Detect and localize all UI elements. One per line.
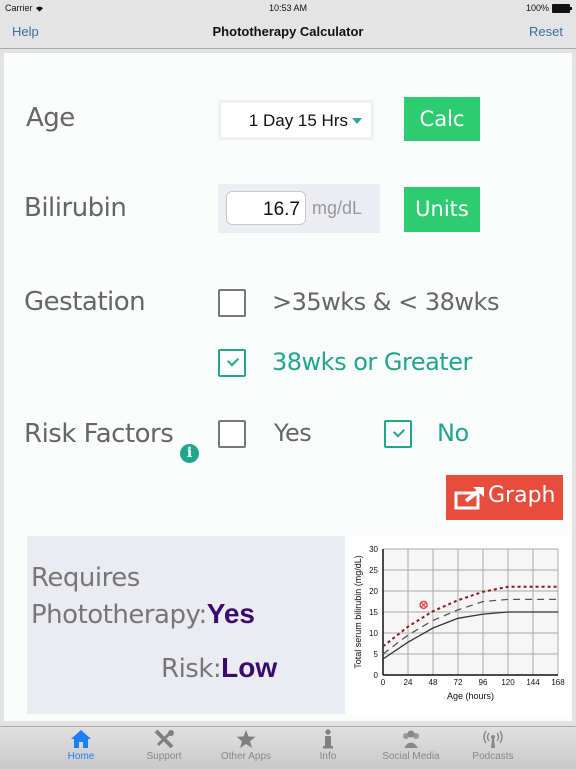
tab-podcasts[interactable]: Podcasts — [453, 729, 533, 762]
age-picker[interactable]: 1 Day 15 Hrs — [218, 100, 374, 140]
tab-social-media[interactable]: Social Media — [371, 729, 451, 762]
tab-info-label: Info — [319, 751, 337, 762]
status-time: 10:53 AM — [268, 3, 308, 13]
age-value: 1 Day 15 Hrs — [248, 111, 348, 130]
x-tick-label: 72 — [454, 678, 463, 687]
bilirubin-label: Bilirubin — [24, 193, 127, 223]
x-tick-label: 120 — [501, 678, 515, 687]
gestation-38-plus-checkbox[interactable] — [218, 349, 246, 377]
result-panel: Requires Phototherapy:Yes Risk:Low — [27, 536, 345, 714]
tab-podcasts-label: Podcasts — [472, 751, 514, 762]
reset-button[interactable]: Reset — [529, 24, 563, 39]
risk-yes-checkbox[interactable] — [218, 420, 246, 448]
gestation-35-38-checkbox[interactable] — [218, 289, 246, 317]
tab-social-media-label: Social Media — [382, 751, 440, 762]
bilirubin-chart[interactable]: 0 24 48 72 96 120 144 168 0 5 10 15 20 25 30 Age (hours… — [348, 535, 570, 715]
gestation-35-38-label[interactable]: >35wks & < 38wks — [272, 288, 499, 316]
y-tick-label: 10 — [369, 629, 378, 638]
page-title: Phototherapy Calculator — [212, 24, 364, 39]
y-tick-label: 20 — [369, 587, 378, 596]
y-tick-label: 25 — [369, 566, 378, 575]
risk-factors-label: Risk Factors — [24, 419, 174, 449]
x-tick-label: 0 — [381, 678, 386, 687]
tab-support-label: Support — [146, 751, 182, 762]
external-link-icon — [454, 487, 484, 510]
info-tab-icon — [323, 729, 333, 749]
x-tick-label: 24 — [404, 678, 413, 687]
dropdown-caret-icon — [352, 118, 362, 124]
battery-indicator: 100% — [525, 3, 572, 13]
risk-no-checkbox[interactable] — [384, 420, 412, 448]
risk-row: Risk:Low — [161, 652, 277, 684]
x-tick-label: 96 — [479, 678, 488, 687]
bilirubin-input[interactable]: 16.7 — [226, 191, 306, 225]
people-icon — [403, 730, 419, 748]
x-tick-label: 144 — [526, 678, 540, 687]
phototherapy-row: Phototherapy:Yes — [31, 598, 255, 630]
tab-support[interactable]: Support — [124, 729, 204, 762]
home-icon — [71, 730, 91, 748]
tab-other-apps[interactable]: Other Apps — [206, 729, 286, 762]
gestation-38-plus-label[interactable]: 38wks or Greater — [272, 348, 472, 376]
graph-button[interactable]: Graph — [446, 475, 563, 520]
chart-svg: 0 24 48 72 96 120 144 168 0 5 10 15 20 25 30 Age (hours… — [353, 545, 565, 701]
risk-no-label[interactable]: No — [437, 419, 469, 447]
tab-home[interactable]: Home — [41, 729, 121, 762]
gestation-label: Gestation — [24, 287, 146, 317]
tools-icon — [154, 729, 174, 749]
battery-percent: 100% — [525, 3, 549, 13]
phototherapy-value: Yes — [206, 598, 255, 629]
info-icon[interactable]: i — [180, 444, 199, 463]
navigation-bar: Help Phototherapy Calculator Reset — [0, 16, 576, 49]
graph-button-label: Graph — [488, 483, 556, 508]
x-tick-label: 168 — [551, 678, 565, 687]
tab-home-label: Home — [67, 751, 95, 762]
calc-button[interactable]: Calc — [404, 97, 480, 141]
star-icon — [236, 730, 256, 748]
tab-info[interactable]: Info — [288, 729, 368, 762]
requires-label: Requires — [31, 563, 140, 593]
y-tick-label: 30 — [369, 545, 378, 554]
y-tick-label: 5 — [374, 650, 379, 659]
tab-bar: Home Support Other Apps Info Social Medi… — [0, 726, 576, 769]
y-tick-label: 0 — [374, 671, 379, 680]
bilirubin-group: 16.7 mg/dL — [218, 184, 380, 233]
podcast-icon — [483, 730, 503, 748]
y-axis-label: Total serum bilirubin (mg/dL) — [353, 555, 363, 669]
risk-value: Low — [221, 652, 278, 683]
x-axis-label: Age (hours) — [447, 691, 494, 701]
units-button[interactable]: Units — [404, 187, 480, 232]
risk-label: Risk: — [161, 654, 222, 684]
x-tick-label: 48 — [429, 678, 438, 687]
status-bar: Carrier 10:53 AM 100% — [0, 0, 576, 16]
tab-other-apps-label: Other Apps — [220, 751, 272, 762]
battery-icon — [552, 3, 572, 13]
bilirubin-value: 16.7 — [263, 199, 300, 220]
bilirubin-unit: mg/dL — [312, 198, 363, 218]
age-label: Age — [26, 103, 75, 133]
risk-yes-label[interactable]: Yes — [274, 419, 312, 447]
phototherapy-label: Phototherapy: — [31, 600, 207, 630]
y-tick-label: 15 — [369, 608, 378, 617]
